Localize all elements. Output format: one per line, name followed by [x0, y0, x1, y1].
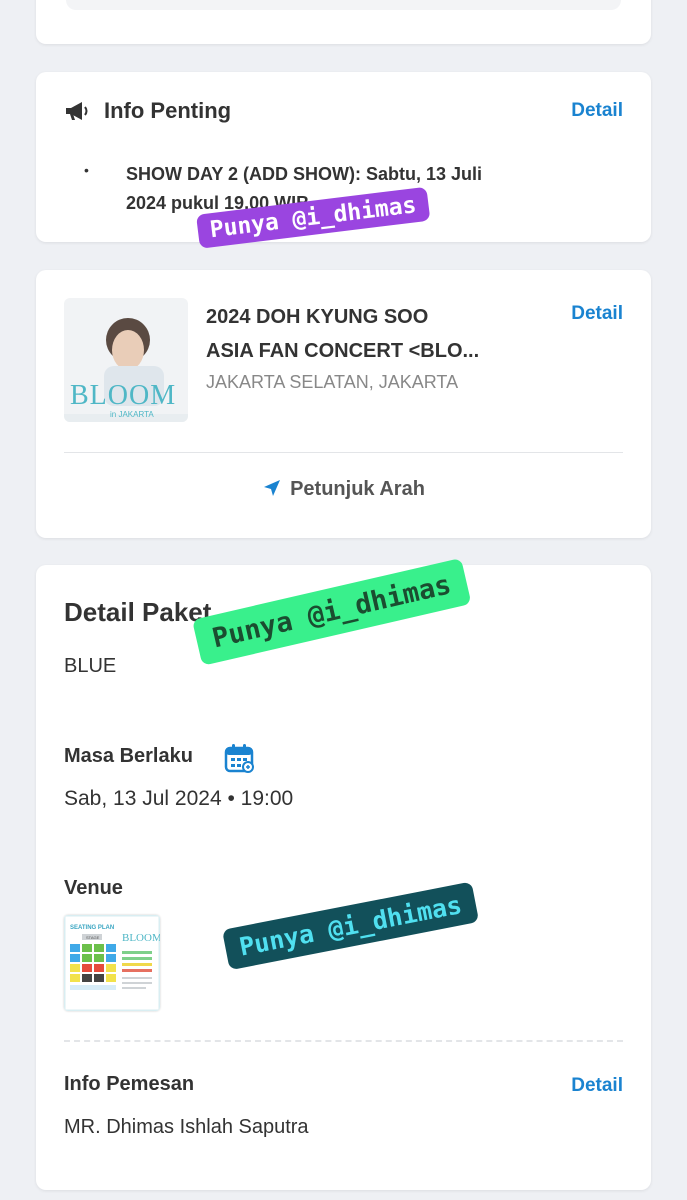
- previous-card: [36, 0, 651, 44]
- orderer-divider: [64, 1040, 623, 1042]
- directions-button[interactable]: Petunjuk Arah: [36, 478, 651, 501]
- event-title-line-2: ASIA FAN CONCERT <BLO...: [206, 340, 480, 362]
- info-penting-title: Info Penting: [104, 98, 232, 123]
- venue-label: Venue: [64, 877, 123, 899]
- seating-plan-title: SEATING PLAN: [70, 925, 114, 931]
- orderer-name: MR. Dhimas Ishlah Saputra: [64, 1116, 309, 1138]
- directions-label: Petunjuk Arah: [290, 478, 425, 500]
- calendar-icon: [224, 744, 254, 773]
- seating-stage-label: STAGE: [86, 935, 100, 940]
- megaphone-icon: [66, 102, 88, 120]
- poster-bloom-text: BLOOM: [70, 380, 177, 411]
- package-name: BLUE: [64, 655, 117, 677]
- info-detail-link[interactable]: Detail: [571, 100, 623, 122]
- event-title: 2024 DOH KYUNG SOO ASIA FAN CONCERT <BLO…: [206, 300, 546, 368]
- package-title: Detail Paket: [64, 597, 212, 627]
- previous-card-inner: [66, 0, 621, 10]
- event-title-line-1: 2024 DOH KYUNG SOO: [206, 306, 429, 328]
- orderer-label: Info Pemesan: [64, 1073, 195, 1095]
- package-detail-card: Detail Paket BLUE Masa Berlaku Sab, 13 J…: [36, 565, 651, 1190]
- event-divider: [64, 452, 623, 453]
- event-card: BLOOM in JAKARTA 2024 DOH KYUNG SOO ASIA…: [36, 270, 651, 538]
- orderer-detail-link[interactable]: Detail: [571, 1075, 623, 1097]
- seating-plan-image[interactable]: SEATING PLAN STAGE BLOOM: [64, 915, 160, 1011]
- event-detail-link[interactable]: Detail: [571, 303, 623, 325]
- seating-bloom-text: BLOOM: [122, 932, 160, 944]
- validity-value: Sab, 13 Jul 2024 • 19:00: [64, 787, 294, 810]
- navigation-arrow-icon: [264, 480, 281, 496]
- info-line-1: SHOW DAY 2 (ADD SHOW): Sabtu, 13 Juli: [126, 164, 483, 184]
- bullet-dot: •: [84, 162, 89, 178]
- event-poster-image[interactable]: BLOOM in JAKARTA: [64, 298, 188, 422]
- poster-sub-text: in JAKARTA: [110, 410, 154, 419]
- validity-label: Masa Berlaku: [64, 745, 193, 767]
- event-location: JAKARTA SELATAN, JAKARTA: [206, 372, 459, 392]
